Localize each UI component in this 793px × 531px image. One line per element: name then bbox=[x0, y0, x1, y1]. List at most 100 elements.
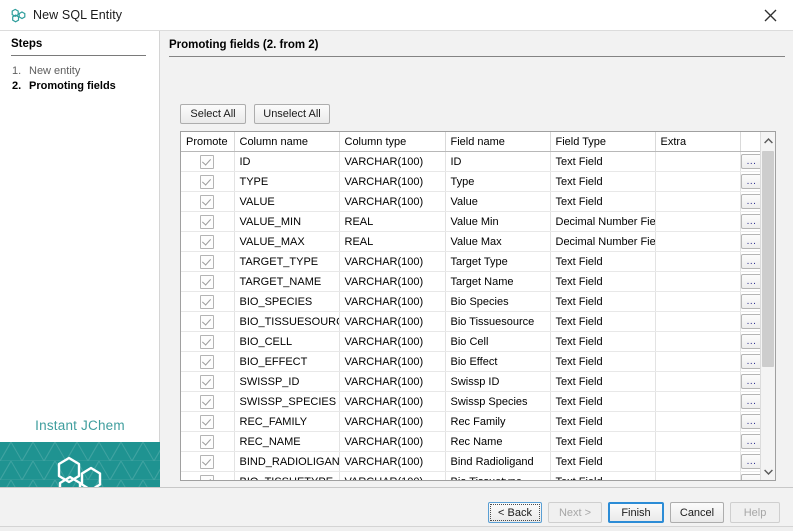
cell-field-name[interactable]: Swissp Species bbox=[445, 392, 550, 412]
cell-column-name[interactable]: SWISSP_ID bbox=[234, 372, 339, 392]
cell-promote[interactable] bbox=[181, 172, 234, 192]
table-row[interactable]: VALUE_MAXREALValue MaxDecimal Number Fie… bbox=[181, 232, 762, 252]
cell-field-type[interactable]: Text Field bbox=[550, 292, 655, 312]
cell-field-type[interactable]: Text Field bbox=[550, 192, 655, 212]
promote-checkbox[interactable] bbox=[200, 235, 214, 249]
cell-column-type[interactable]: VARCHAR(100) bbox=[339, 432, 445, 452]
cell-field-name[interactable]: Value Max bbox=[445, 232, 550, 252]
cell-field-type[interactable]: Decimal Number Field bbox=[550, 212, 655, 232]
cell-actions[interactable]: ... bbox=[740, 192, 762, 212]
table-row[interactable]: TARGET_TYPEVARCHAR(100)Target TypeText F… bbox=[181, 252, 762, 272]
cell-column-name[interactable]: TARGET_TYPE bbox=[234, 252, 339, 272]
cell-column-name[interactable]: BIO_TISSUETYPE bbox=[234, 472, 339, 482]
cell-field-name[interactable]: Bio Effect bbox=[445, 352, 550, 372]
cell-promote[interactable] bbox=[181, 212, 234, 232]
promote-checkbox[interactable] bbox=[200, 335, 214, 349]
cell-promote[interactable] bbox=[181, 452, 234, 472]
cell-promote[interactable] bbox=[181, 392, 234, 412]
cell-actions[interactable]: ... bbox=[740, 332, 762, 352]
cell-extra[interactable] bbox=[655, 472, 740, 482]
cell-column-type[interactable]: VARCHAR(100) bbox=[339, 352, 445, 372]
cell-column-type[interactable]: REAL bbox=[339, 212, 445, 232]
row-options-button[interactable]: ... bbox=[741, 254, 763, 269]
close-icon[interactable] bbox=[747, 0, 793, 30]
promote-checkbox[interactable] bbox=[200, 395, 214, 409]
cell-promote[interactable] bbox=[181, 232, 234, 252]
cell-promote[interactable] bbox=[181, 472, 234, 482]
row-options-button[interactable]: ... bbox=[741, 434, 763, 449]
promote-checkbox[interactable] bbox=[200, 175, 214, 189]
row-options-button[interactable]: ... bbox=[741, 214, 763, 229]
cell-column-type[interactable]: VARCHAR(100) bbox=[339, 292, 445, 312]
row-options-button[interactable]: ... bbox=[741, 194, 763, 209]
cell-field-name[interactable]: Bio Tissuesource bbox=[445, 312, 550, 332]
cell-promote[interactable] bbox=[181, 152, 234, 172]
cell-field-name[interactable]: Target Name bbox=[445, 272, 550, 292]
row-options-button[interactable]: ... bbox=[741, 334, 763, 349]
cell-extra[interactable] bbox=[655, 232, 740, 252]
row-options-button[interactable]: ... bbox=[741, 474, 763, 481]
row-options-button[interactable]: ... bbox=[741, 294, 763, 309]
cell-column-type[interactable]: VARCHAR(100) bbox=[339, 412, 445, 432]
column-header-field-type[interactable]: Field Type bbox=[550, 132, 655, 152]
cell-extra[interactable] bbox=[655, 392, 740, 412]
cell-column-name[interactable]: BIO_SPECIES bbox=[234, 292, 339, 312]
cell-column-type[interactable]: VARCHAR(100) bbox=[339, 312, 445, 332]
cell-field-name[interactable]: Value bbox=[445, 192, 550, 212]
cell-promote[interactable] bbox=[181, 412, 234, 432]
cell-actions[interactable]: ... bbox=[740, 212, 762, 232]
cell-actions[interactable]: ... bbox=[740, 172, 762, 192]
cell-extra[interactable] bbox=[655, 312, 740, 332]
table-row[interactable]: REC_NAMEVARCHAR(100)Rec NameText Field..… bbox=[181, 432, 762, 452]
promote-checkbox[interactable] bbox=[200, 155, 214, 169]
cell-field-type[interactable]: Text Field bbox=[550, 252, 655, 272]
column-header-promote[interactable]: Promote bbox=[181, 132, 234, 152]
cell-column-type[interactable]: VARCHAR(100) bbox=[339, 152, 445, 172]
cell-extra[interactable] bbox=[655, 432, 740, 452]
scroll-down-arrow-icon[interactable] bbox=[761, 463, 775, 480]
cell-field-type[interactable]: Text Field bbox=[550, 472, 655, 482]
cell-column-name[interactable]: TARGET_NAME bbox=[234, 272, 339, 292]
scrollbar-thumb[interactable] bbox=[762, 151, 774, 367]
cell-column-name[interactable]: REC_NAME bbox=[234, 432, 339, 452]
row-options-button[interactable]: ... bbox=[741, 234, 763, 249]
promote-checkbox[interactable] bbox=[200, 215, 214, 229]
cell-column-name[interactable]: VALUE_MIN bbox=[234, 212, 339, 232]
table-vertical-scrollbar[interactable] bbox=[760, 132, 775, 480]
cell-field-type[interactable]: Text Field bbox=[550, 432, 655, 452]
cell-column-type[interactable]: VARCHAR(100) bbox=[339, 172, 445, 192]
cell-field-name[interactable]: Value Min bbox=[445, 212, 550, 232]
table-row[interactable]: BIO_TISSUESOURCEVARCHAR(100)Bio Tissueso… bbox=[181, 312, 762, 332]
cell-column-name[interactable]: VALUE_MAX bbox=[234, 232, 339, 252]
cell-actions[interactable]: ... bbox=[740, 412, 762, 432]
promote-checkbox[interactable] bbox=[200, 455, 214, 469]
cell-actions[interactable]: ... bbox=[740, 312, 762, 332]
cell-extra[interactable] bbox=[655, 372, 740, 392]
cell-promote[interactable] bbox=[181, 352, 234, 372]
cell-column-type[interactable]: VARCHAR(100) bbox=[339, 252, 445, 272]
select-all-button[interactable]: Select All bbox=[180, 104, 246, 124]
cell-extra[interactable] bbox=[655, 452, 740, 472]
scroll-up-arrow-icon[interactable] bbox=[761, 132, 775, 149]
cell-actions[interactable]: ... bbox=[740, 232, 762, 252]
cell-column-name[interactable]: VALUE bbox=[234, 192, 339, 212]
cell-field-name[interactable]: Bio Cell bbox=[445, 332, 550, 352]
cell-actions[interactable]: ... bbox=[740, 392, 762, 412]
column-header-field-name[interactable]: Field name bbox=[445, 132, 550, 152]
promote-checkbox[interactable] bbox=[200, 375, 214, 389]
cell-column-name[interactable]: ID bbox=[234, 152, 339, 172]
cell-field-name[interactable]: Bio Species bbox=[445, 292, 550, 312]
row-options-button[interactable]: ... bbox=[741, 314, 763, 329]
cell-column-name[interactable]: SWISSP_SPECIES bbox=[234, 392, 339, 412]
table-row[interactable]: SWISSP_SPECIESVARCHAR(100)Swissp Species… bbox=[181, 392, 762, 412]
column-header-column-type[interactable]: Column type bbox=[339, 132, 445, 152]
cell-column-name[interactable]: BIO_CELL bbox=[234, 332, 339, 352]
cell-promote[interactable] bbox=[181, 332, 234, 352]
table-row[interactable]: VALUEVARCHAR(100)ValueText Field... bbox=[181, 192, 762, 212]
cell-column-type[interactable]: VARCHAR(100) bbox=[339, 372, 445, 392]
promote-checkbox[interactable] bbox=[200, 435, 214, 449]
cell-promote[interactable] bbox=[181, 192, 234, 212]
cell-actions[interactable]: ... bbox=[740, 472, 762, 482]
cell-field-name[interactable]: Target Type bbox=[445, 252, 550, 272]
promote-checkbox[interactable] bbox=[200, 255, 214, 269]
